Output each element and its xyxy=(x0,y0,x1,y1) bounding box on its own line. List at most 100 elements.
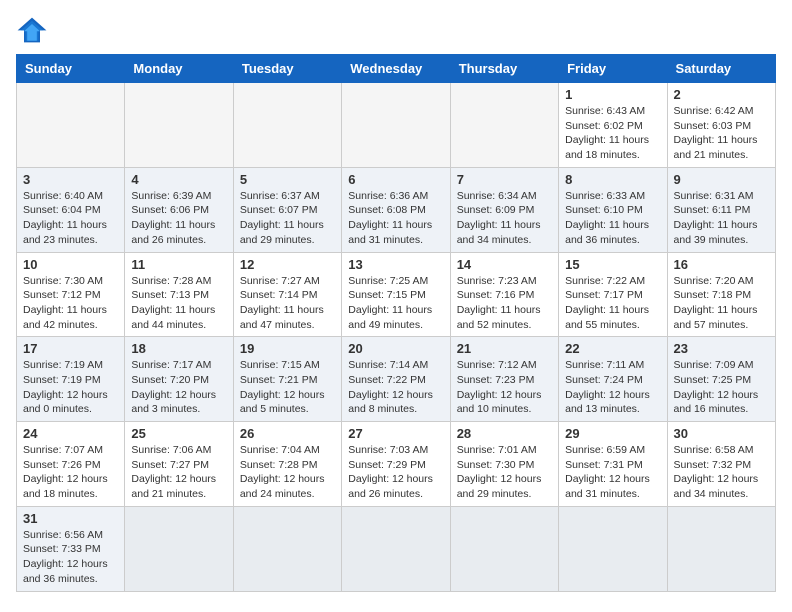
calendar-day-cell: 31 Sunrise: 6:56 AM Sunset: 7:33 PM Dayli… xyxy=(17,506,125,591)
day-info: Sunrise: 6:56 AM Sunset: 7:33 PM Dayligh… xyxy=(23,528,118,587)
day-number: 2 xyxy=(674,87,769,102)
calendar-week-row: 3Sunrise: 6:40 AM Sunset: 6:04 PM Daylig… xyxy=(17,167,776,252)
calendar-week-row: 31 Sunrise: 6:56 AM Sunset: 7:33 PM Dayli… xyxy=(17,506,776,591)
day-number: 23 xyxy=(674,341,769,356)
day-number: 8 xyxy=(565,172,660,187)
calendar: SundayMondayTuesdayWednesdayThursdayFrid… xyxy=(16,54,776,592)
day-info: Sunrise: 6:43 AM Sunset: 6:02 PM Dayligh… xyxy=(565,104,660,163)
day-info: Sunrise: 6:59 AM Sunset: 7:31 PM Dayligh… xyxy=(565,443,660,502)
day-number: 21 xyxy=(457,341,552,356)
day-number: 28 xyxy=(457,426,552,441)
calendar-day-cell: 7Sunrise: 6:34 AM Sunset: 6:09 PM Daylig… xyxy=(450,167,558,252)
calendar-day-cell: 17 Sunrise: 7:19 AM Sunset: 7:19 PM Dayli… xyxy=(17,337,125,422)
day-info: Sunrise: 7:14 AM Sunset: 7:22 PM Dayligh… xyxy=(348,358,443,417)
day-header-friday: Friday xyxy=(559,55,667,83)
calendar-day-cell: 21 Sunrise: 7:12 AM Sunset: 7:23 PM Dayli… xyxy=(450,337,558,422)
day-info: Sunrise: 7:19 AM Sunset: 7:19 PM Dayligh… xyxy=(23,358,118,417)
day-info: Sunrise: 7:17 AM Sunset: 7:20 PM Dayligh… xyxy=(131,358,226,417)
calendar-day-cell: 27 Sunrise: 7:03 AM Sunset: 7:29 PM Dayli… xyxy=(342,422,450,507)
day-info: Sunrise: 7:01 AM Sunset: 7:30 PM Dayligh… xyxy=(457,443,552,502)
day-number: 16 xyxy=(674,257,769,272)
calendar-day-cell: 10 Sunrise: 7:30 AM Sunset: 7:12 PM Dayli… xyxy=(17,252,125,337)
day-info: Sunrise: 7:30 AM Sunset: 7:12 PM Dayligh… xyxy=(23,274,118,333)
calendar-day-cell: 18 Sunrise: 7:17 AM Sunset: 7:20 PM Dayli… xyxy=(125,337,233,422)
day-info: Sunrise: 7:07 AM Sunset: 7:26 PM Dayligh… xyxy=(23,443,118,502)
calendar-day-cell: 12Sunrise: 7:27 AM Sunset: 7:14 PM Dayli… xyxy=(233,252,341,337)
day-number: 25 xyxy=(131,426,226,441)
day-header-wednesday: Wednesday xyxy=(342,55,450,83)
day-info: Sunrise: 7:09 AM Sunset: 7:25 PM Dayligh… xyxy=(674,358,769,417)
calendar-day-cell: 23 Sunrise: 7:09 AM Sunset: 7:25 PM Dayli… xyxy=(667,337,775,422)
calendar-day-cell xyxy=(17,83,125,168)
calendar-day-cell: 30Sunrise: 6:58 AM Sunset: 7:32 PM Dayli… xyxy=(667,422,775,507)
day-info: Sunrise: 7:11 AM Sunset: 7:24 PM Dayligh… xyxy=(565,358,660,417)
calendar-day-cell: 13Sunrise: 7:25 AM Sunset: 7:15 PM Dayli… xyxy=(342,252,450,337)
day-info: Sunrise: 7:22 AM Sunset: 7:17 PM Dayligh… xyxy=(565,274,660,333)
day-number: 11 xyxy=(131,257,226,272)
day-header-thursday: Thursday xyxy=(450,55,558,83)
day-info: Sunrise: 7:06 AM Sunset: 7:27 PM Dayligh… xyxy=(131,443,226,502)
calendar-week-row: 17 Sunrise: 7:19 AM Sunset: 7:19 PM Dayli… xyxy=(17,337,776,422)
day-info: Sunrise: 7:23 AM Sunset: 7:16 PM Dayligh… xyxy=(457,274,552,333)
day-info: Sunrise: 6:39 AM Sunset: 6:06 PM Dayligh… xyxy=(131,189,226,248)
day-number: 10 xyxy=(23,257,118,272)
day-number: 22 xyxy=(565,341,660,356)
calendar-day-cell: 8Sunrise: 6:33 AM Sunset: 6:10 PM Daylig… xyxy=(559,167,667,252)
calendar-day-cell: 1Sunrise: 6:43 AM Sunset: 6:02 PM Daylig… xyxy=(559,83,667,168)
day-info: Sunrise: 6:42 AM Sunset: 6:03 PM Dayligh… xyxy=(674,104,769,163)
day-number: 5 xyxy=(240,172,335,187)
day-info: Sunrise: 7:15 AM Sunset: 7:21 PM Dayligh… xyxy=(240,358,335,417)
day-number: 18 xyxy=(131,341,226,356)
day-info: Sunrise: 7:04 AM Sunset: 7:28 PM Dayligh… xyxy=(240,443,335,502)
day-info: Sunrise: 6:34 AM Sunset: 6:09 PM Dayligh… xyxy=(457,189,552,248)
calendar-day-cell: 3Sunrise: 6:40 AM Sunset: 6:04 PM Daylig… xyxy=(17,167,125,252)
calendar-header-row: SundayMondayTuesdayWednesdayThursdayFrid… xyxy=(17,55,776,83)
header xyxy=(16,16,776,44)
calendar-day-cell: 28 Sunrise: 7:01 AM Sunset: 7:30 PM Dayli… xyxy=(450,422,558,507)
day-number: 29 xyxy=(565,426,660,441)
calendar-day-cell: 9 Sunrise: 6:31 AM Sunset: 6:11 PM Daylig… xyxy=(667,167,775,252)
day-number: 4 xyxy=(131,172,226,187)
calendar-day-cell: 22 Sunrise: 7:11 AM Sunset: 7:24 PM Dayli… xyxy=(559,337,667,422)
calendar-day-cell xyxy=(450,506,558,591)
day-header-monday: Monday xyxy=(125,55,233,83)
calendar-day-cell: 14Sunrise: 7:23 AM Sunset: 7:16 PM Dayli… xyxy=(450,252,558,337)
day-number: 3 xyxy=(23,172,118,187)
calendar-day-cell xyxy=(233,506,341,591)
day-number: 30 xyxy=(674,426,769,441)
day-number: 19 xyxy=(240,341,335,356)
calendar-day-cell xyxy=(667,506,775,591)
calendar-day-cell xyxy=(125,506,233,591)
day-info: Sunrise: 7:25 AM Sunset: 7:15 PM Dayligh… xyxy=(348,274,443,333)
calendar-day-cell: 6Sunrise: 6:36 AM Sunset: 6:08 PM Daylig… xyxy=(342,167,450,252)
day-info: Sunrise: 7:03 AM Sunset: 7:29 PM Dayligh… xyxy=(348,443,443,502)
day-info: Sunrise: 7:12 AM Sunset: 7:23 PM Dayligh… xyxy=(457,358,552,417)
calendar-day-cell: 2 Sunrise: 6:42 AM Sunset: 6:03 PM Daylig… xyxy=(667,83,775,168)
day-number: 20 xyxy=(348,341,443,356)
calendar-day-cell xyxy=(559,506,667,591)
day-number: 9 xyxy=(674,172,769,187)
calendar-day-cell: 16Sunrise: 7:20 AM Sunset: 7:18 PM Dayli… xyxy=(667,252,775,337)
day-number: 27 xyxy=(348,426,443,441)
calendar-day-cell: 5 Sunrise: 6:37 AM Sunset: 6:07 PM Daylig… xyxy=(233,167,341,252)
calendar-week-row: 24Sunrise: 7:07 AM Sunset: 7:26 PM Dayli… xyxy=(17,422,776,507)
day-info: Sunrise: 6:31 AM Sunset: 6:11 PM Dayligh… xyxy=(674,189,769,248)
day-number: 31 xyxy=(23,511,118,526)
day-header-sunday: Sunday xyxy=(17,55,125,83)
calendar-day-cell xyxy=(342,506,450,591)
calendar-day-cell xyxy=(233,83,341,168)
day-number: 26 xyxy=(240,426,335,441)
logo xyxy=(16,16,52,44)
day-header-saturday: Saturday xyxy=(667,55,775,83)
day-number: 12 xyxy=(240,257,335,272)
calendar-day-cell: 26 Sunrise: 7:04 AM Sunset: 7:28 PM Dayli… xyxy=(233,422,341,507)
day-info: Sunrise: 6:37 AM Sunset: 6:07 PM Dayligh… xyxy=(240,189,335,248)
day-number: 15 xyxy=(565,257,660,272)
calendar-day-cell: 20 Sunrise: 7:14 AM Sunset: 7:22 PM Dayli… xyxy=(342,337,450,422)
calendar-week-row: 1Sunrise: 6:43 AM Sunset: 6:02 PM Daylig… xyxy=(17,83,776,168)
day-number: 6 xyxy=(348,172,443,187)
day-number: 17 xyxy=(23,341,118,356)
calendar-day-cell: 19 Sunrise: 7:15 AM Sunset: 7:21 PM Dayli… xyxy=(233,337,341,422)
calendar-day-cell: 4 Sunrise: 6:39 AM Sunset: 6:06 PM Daylig… xyxy=(125,167,233,252)
calendar-day-cell xyxy=(125,83,233,168)
